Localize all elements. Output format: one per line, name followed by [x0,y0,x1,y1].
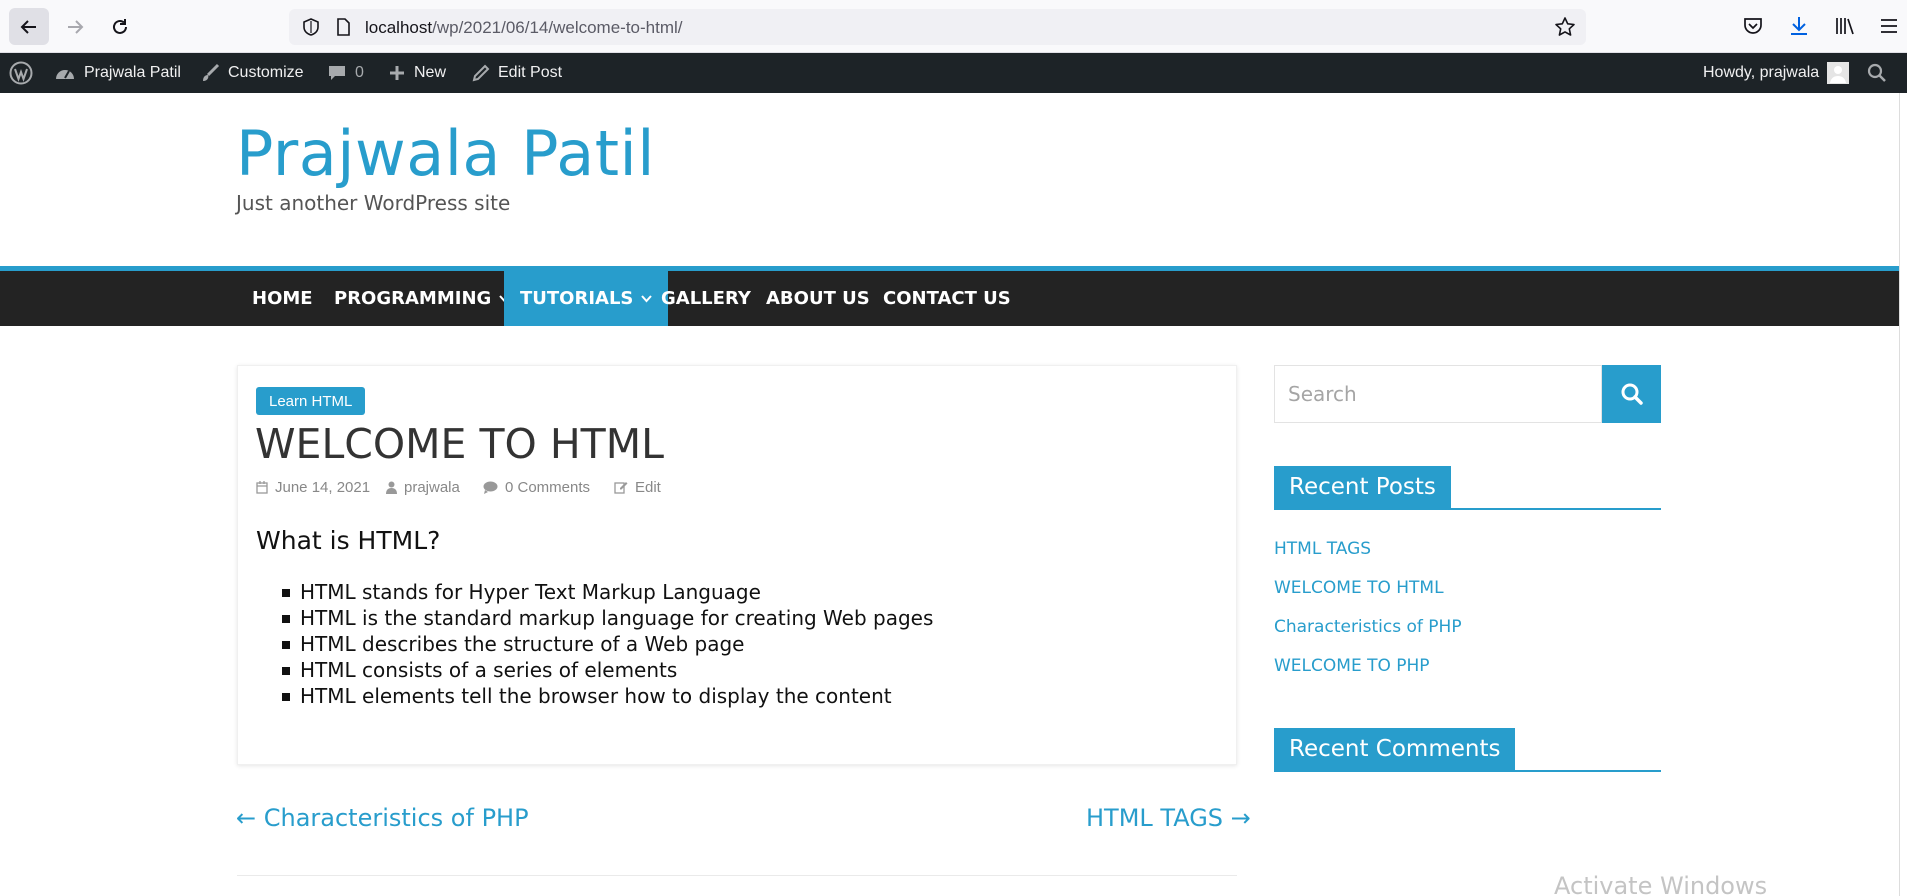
admin-bar-account[interactable]: Howdy, prajwala [1703,53,1850,93]
post-author-text: prajwala [404,478,460,496]
howdy-text: Howdy, prajwala [1703,64,1820,81]
url-path: /wp/2021/06/14/welcome-to-html/ [432,18,683,37]
post-edit-link[interactable]: Edit [614,476,661,498]
comment-bubble-icon [329,66,345,80]
admin-bar-edit-post[interactable]: Edit Post [472,53,562,93]
bookmark-star-icon[interactable] [1554,16,1576,38]
comment-icon [483,481,498,494]
plus-icon [390,66,404,80]
content-heading: What is HTML? [256,526,441,555]
dashboard-icon [56,70,74,79]
post-date-text: June 14, 2021 [275,478,371,496]
recent-post-link[interactable]: HTML TAGS [1274,539,1371,559]
primary-navigation: HOME PROGRAMMING TUTORIALS GALLERY ABOUT… [0,271,1907,326]
admin-bar-customize[interactable]: Customize [200,53,304,93]
list-item: HTML describes the structure of a Web pa… [282,631,933,657]
nav-item-contact-us[interactable]: CONTACT US [867,271,1027,326]
admin-bar-new-label: New [414,64,447,81]
post-title: WELCOME TO HTML [255,420,664,468]
admin-bar-new[interactable]: New [388,53,446,93]
nav-item-label: GALLERY [661,288,751,309]
admin-bar-customize-label: Customize [228,64,304,81]
list-item: HTML stands for Hyper Text Markup Langua… [282,579,933,605]
back-button[interactable] [9,8,49,45]
list-item: HTML consists of a series of elements [282,657,933,683]
search-icon [1867,63,1886,82]
wp-logo-button[interactable] [9,53,41,93]
user-icon [386,481,397,494]
shield-icon[interactable] [301,17,321,37]
library-icon[interactable] [1834,15,1856,37]
reload-icon [113,18,127,34]
post-comments-text: 0 Comments [505,478,591,496]
nav-item-about-us[interactable]: ABOUT US [750,271,886,326]
list-item: HTML elements tell the browser how to di… [282,683,933,709]
nav-item-label: PROGRAMMING [334,288,492,309]
reload-button[interactable] [100,8,140,45]
list-item[interactable]: WELCOME TO HTML [1274,575,1462,614]
post-date[interactable]: June 14, 2021 [256,476,370,498]
recent-post-link[interactable]: WELCOME TO PHP [1274,656,1430,676]
admin-bar-site-name[interactable]: Prajwala Patil [54,53,181,93]
edit-icon [614,482,628,494]
nav-item-label: CONTACT US [883,288,1011,309]
recent-posts-widget-header: Recent Posts [1274,466,1661,510]
pocket-icon[interactable] [1742,15,1764,37]
recent-comments-widget-header: Recent Comments [1274,728,1661,772]
recent-post-link[interactable]: WELCOME TO HTML [1274,578,1444,598]
user-avatar-icon [1830,66,1847,83]
avatar [1827,62,1850,84]
previous-post-link[interactable]: ← Characteristics of PHP [236,804,529,832]
category-badge[interactable]: Learn HTML [256,387,366,415]
sidebar-search-input[interactable] [1274,365,1602,423]
next-post-link[interactable]: HTML TAGS → [1086,804,1251,832]
menu-icon[interactable] [1878,15,1900,37]
list-item: HTML is the standard markup language for… [282,605,933,631]
comments-count: 0 [355,64,364,81]
address-bar[interactable]: localhost/wp/2021/06/14/welcome-to-html/ [289,9,1586,45]
admin-bar-comments[interactable]: 0 [327,53,364,93]
page-info-icon[interactable] [333,17,353,37]
list-item[interactable]: HTML TAGS [1274,536,1462,575]
list-item[interactable]: WELCOME TO PHP [1274,653,1462,692]
recent-posts-list: HTML TAGS WELCOME TO HTML Characteristic… [1274,536,1462,692]
wordpress-logo-icon [9,61,33,85]
url-host: localhost [365,18,433,37]
divider [237,875,1237,876]
browser-toolbar: localhost/wp/2021/06/14/welcome-to-html/ [0,0,1907,53]
nav-item-gallery[interactable]: GALLERY [645,271,767,326]
nav-item-home[interactable]: HOME [236,271,329,326]
nav-item-tutorials[interactable]: TUTORIALS [504,271,669,326]
site-description: Just another WordPress site [236,191,511,215]
nav-item-label: TUTORIALS [520,288,634,309]
sidebar-search-button[interactable] [1602,365,1661,423]
wp-admin-bar: Prajwala Patil Customize 0 New Edit Post… [0,53,1907,93]
pencil-icon [472,64,490,82]
post-edit-text: Edit [635,478,661,496]
arrow-right-icon [68,19,84,34]
recent-posts-title: Recent Posts [1274,466,1451,508]
recent-post-link[interactable]: Characteristics of PHP [1274,617,1462,637]
content-list: HTML stands for Hyper Text Markup Langua… [282,579,933,709]
activate-windows-watermark: Activate Windows [1554,872,1768,896]
window-edge [1899,93,1907,896]
recent-comments-title: Recent Comments [1274,728,1516,770]
list-item[interactable]: Characteristics of PHP [1274,614,1462,653]
arrow-left-icon [20,19,36,34]
search-icon [1621,383,1643,405]
admin-bar-edit-label: Edit Post [498,64,563,81]
site-title[interactable]: Prajwala Patil [236,117,655,190]
nav-item-programming[interactable]: PROGRAMMING [318,271,526,326]
post-comments[interactable]: 0 Comments [483,476,590,498]
admin-bar-site-label: Prajwala Patil [84,64,181,81]
post-author[interactable]: prajwala [386,476,460,498]
paintbrush-icon [203,63,220,81]
nav-item-label: ABOUT US [766,288,870,309]
forward-button[interactable] [55,8,95,45]
url-text: localhost/wp/2021/06/14/welcome-to-html/ [365,18,683,38]
admin-bar-search[interactable] [1867,53,1895,93]
nav-item-label: HOME [252,288,313,309]
calendar-icon [256,480,268,494]
downloads-icon[interactable] [1788,15,1810,37]
